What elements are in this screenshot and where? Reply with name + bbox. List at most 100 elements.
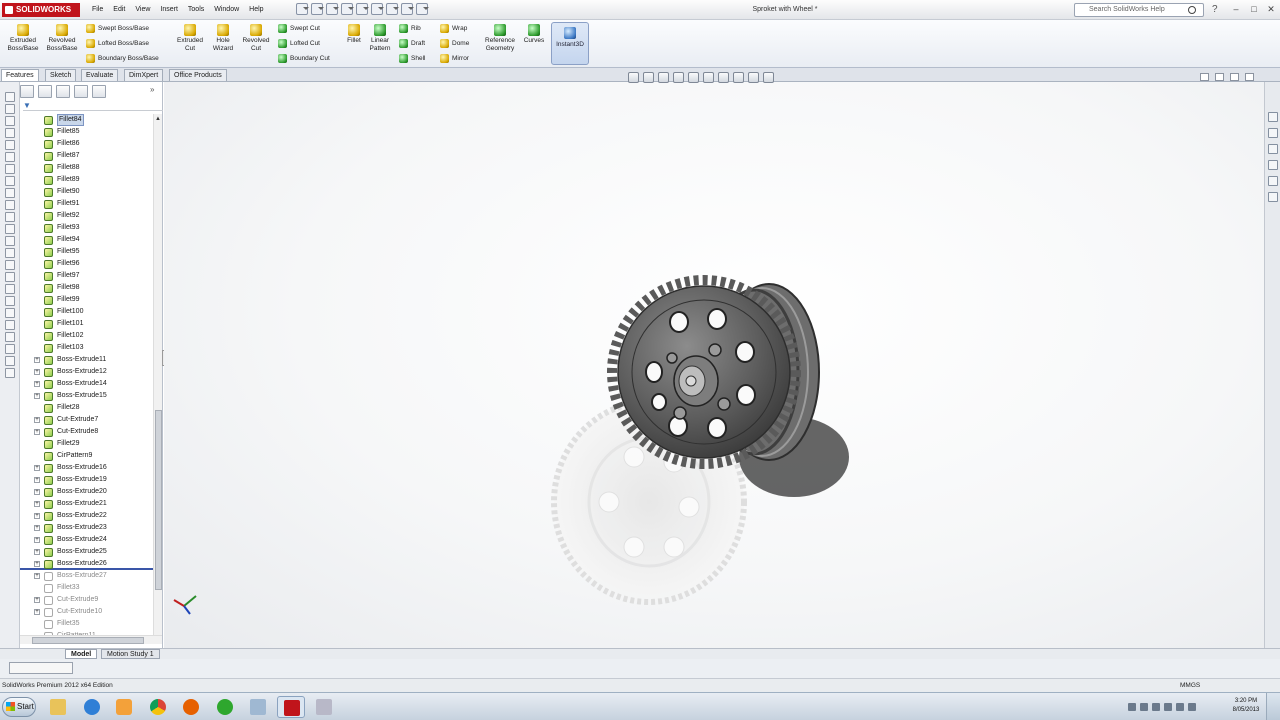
arc-icon[interactable] <box>5 128 15 138</box>
tab-features[interactable]: Features <box>1 69 39 81</box>
expand-toggle-icon[interactable]: + <box>34 393 40 399</box>
tree-item[interactable]: Fillet87 <box>20 150 153 162</box>
apply-scene-icon[interactable] <box>748 72 759 83</box>
expand-toggle-icon[interactable]: + <box>34 465 40 471</box>
tree-item[interactable]: Fillet98 <box>20 282 153 294</box>
mirror-entities-icon[interactable] <box>5 188 15 198</box>
flag-icon[interactable] <box>1152 703 1160 711</box>
undo-icon[interactable] <box>356 3 369 15</box>
rectangle-icon[interactable] <box>5 104 15 114</box>
tree-item[interactable]: + Boss-Extrude26 <box>20 558 153 570</box>
tree-item[interactable]: Fillet96 <box>20 258 153 270</box>
battery-icon[interactable] <box>1164 703 1172 711</box>
expand-toggle-icon[interactable]: + <box>34 501 40 507</box>
minimize-icon[interactable]: – <box>1230 3 1242 15</box>
taskbar-media[interactable] <box>110 696 138 718</box>
stretch-icon[interactable] <box>5 368 15 378</box>
boundary-boss-button[interactable]: Boundary Boss/Base <box>86 54 159 63</box>
expand-toggle-icon[interactable]: + <box>34 549 40 555</box>
tree-item[interactable]: + Cut-Extrude7 <box>20 414 153 426</box>
options-gear-icon[interactable] <box>416 3 429 15</box>
expand-toggle-icon[interactable]: + <box>34 597 40 603</box>
convert-entities-icon[interactable] <box>5 296 15 306</box>
menu-edit[interactable]: Edit <box>113 4 125 16</box>
viewport-restore-icon[interactable] <box>1215 73 1224 81</box>
tree-item[interactable]: Fillet29 <box>20 438 153 450</box>
expand-toggle-icon[interactable]: + <box>34 609 40 615</box>
new-document-icon[interactable] <box>296 3 309 15</box>
zoom-to-fit-icon[interactable] <box>628 72 639 83</box>
taskbar-firefox[interactable] <box>177 696 205 718</box>
expand-toggle-icon[interactable]: + <box>34 429 40 435</box>
tree-item[interactable]: + Boss-Extrude25 <box>20 546 153 558</box>
tree-item[interactable]: Fillet94 <box>20 234 153 246</box>
tree-item[interactable]: Fillet101 <box>20 318 153 330</box>
restore-icon[interactable]: □ <box>1248 3 1260 15</box>
tree-item[interactable]: Fillet99 <box>20 294 153 306</box>
wrap-button[interactable]: Wrap <box>440 24 467 33</box>
previous-view-icon[interactable] <box>658 72 669 83</box>
section-view-icon[interactable] <box>673 72 684 83</box>
solidworks-logo[interactable]: SOLIDWORKS <box>2 3 80 17</box>
tab-sketch[interactable]: Sketch <box>45 69 77 81</box>
mirror-button[interactable]: Mirror <box>440 54 469 63</box>
viewport-maximize-icon[interactable] <box>1230 73 1239 81</box>
tab-office-products[interactable]: Office Products <box>169 69 227 81</box>
file-explorer-icon[interactable] <box>1268 144 1278 154</box>
menu-tools[interactable]: Tools <box>188 4 204 16</box>
help-search-input[interactable]: Search SolidWorks Help <box>1074 3 1204 17</box>
scroll-up-icon[interactable]: ▲ <box>155 116 161 122</box>
file-properties-icon[interactable] <box>401 3 414 15</box>
expand-toggle-icon[interactable]: + <box>34 537 40 543</box>
tree-item[interactable]: + Cut-Extrude9 <box>20 594 153 606</box>
tree-item[interactable]: Fillet102 <box>20 330 153 342</box>
dimxpert-manager-tab-icon[interactable] <box>74 85 88 98</box>
edit-appearance-icon[interactable] <box>733 72 744 83</box>
taskbar-tool[interactable] <box>310 696 338 718</box>
tree-item[interactable]: + Boss-Extrude16 <box>20 462 153 474</box>
trim-icon[interactable] <box>5 164 15 174</box>
tree-item[interactable]: + Cut-Extrude10 <box>20 606 153 618</box>
centerline-icon[interactable] <box>5 236 15 246</box>
tree-item[interactable]: Fillet84 <box>20 114 153 126</box>
linear-pattern-button[interactable]: Linear Pattern <box>366 22 394 53</box>
tree-item[interactable]: + Boss-Extrude20 <box>20 486 153 498</box>
expand-toggle-icon[interactable]: + <box>34 381 40 387</box>
display-style-icon[interactable] <box>703 72 714 83</box>
tree-item[interactable]: Fillet86 <box>20 138 153 150</box>
menu-insert[interactable]: Insert <box>160 4 178 16</box>
curves-button[interactable]: Curves <box>520 22 548 45</box>
expand-toggle-icon[interactable]: + <box>34 561 40 567</box>
scale-icon[interactable] <box>5 344 15 354</box>
tree-item[interactable]: Fillet97 <box>20 270 153 282</box>
swept-cut-button[interactable]: Swept Cut <box>278 24 320 33</box>
tree-item[interactable]: Fillet100 <box>20 306 153 318</box>
expand-toggle-icon[interactable]: + <box>34 489 40 495</box>
tab-evaluate[interactable]: Evaluate <box>81 69 119 81</box>
taskbar-app[interactable] <box>244 696 272 718</box>
scrollbar-thumb[interactable] <box>155 410 162 590</box>
extruded-cut-button[interactable]: Extruded Cut <box>172 22 208 53</box>
rib-button[interactable]: Rib <box>399 24 421 33</box>
volume-icon[interactable] <box>1176 703 1184 711</box>
tree-item[interactable]: + Boss-Extrude19 <box>20 474 153 486</box>
reference-geometry-button[interactable]: Reference Geometry <box>481 22 519 53</box>
dome-button[interactable]: Dome <box>440 39 469 48</box>
taskbar-explorer[interactable] <box>44 696 72 718</box>
save-icon[interactable] <box>326 3 339 15</box>
viewport-minimize-icon[interactable] <box>1200 73 1209 81</box>
feature-tree-horizontal-scrollbar[interactable] <box>20 635 162 644</box>
tree-item[interactable]: Fillet33 <box>20 582 153 594</box>
tray-arrow-icon[interactable] <box>1128 703 1136 711</box>
copy-icon[interactable] <box>5 356 15 366</box>
solidworks-resources-icon[interactable] <box>1268 112 1278 122</box>
select-pointer-icon[interactable] <box>371 3 384 15</box>
point-icon[interactable] <box>5 224 15 234</box>
offset-icon[interactable] <box>5 176 15 186</box>
view-orientation-icon[interactable] <box>688 72 699 83</box>
circle-icon[interactable] <box>5 116 15 126</box>
taskbar-solidworks[interactable] <box>277 696 305 718</box>
configuration-manager-tab-icon[interactable] <box>56 85 70 98</box>
tree-item[interactable]: Fillet91 <box>20 198 153 210</box>
zoom-to-area-icon[interactable] <box>643 72 654 83</box>
